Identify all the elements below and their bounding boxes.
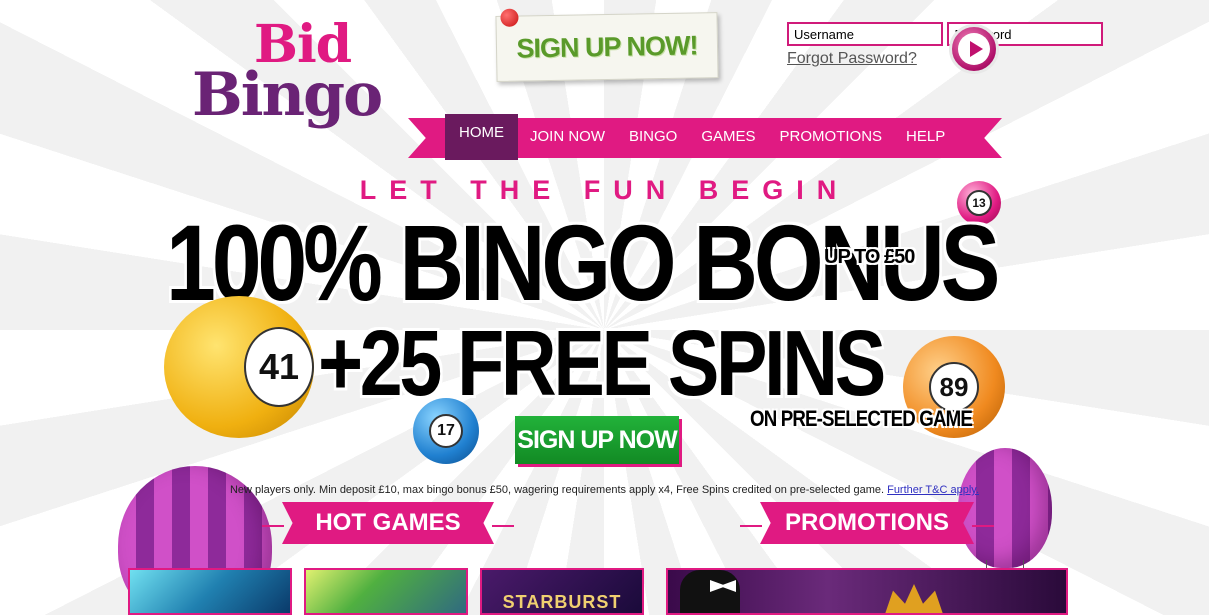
nav-item-home[interactable]: HOME [445,114,518,160]
play-icon [958,33,990,65]
free-spins-headline: +25 FREE SPINS [318,311,886,415]
hot-games-heading: HOT GAMES [282,502,494,544]
game-tile-2[interactable] [304,568,468,615]
starburst-logo: STARBURST [502,592,622,612]
game-tile-1[interactable] [128,568,292,615]
hot-games-divider-left [262,525,284,527]
nav-item-bingo[interactable]: BINGO [617,118,689,158]
nav-item-promotions[interactable]: PROMOTIONS [768,118,895,158]
terms-text: New players only. Min deposit £10, max b… [0,484,1209,496]
crown-icon [884,584,944,613]
game-tile-starburst[interactable]: STARBURST [480,568,644,615]
bonus-upto-label: UP TO £50 [824,246,915,268]
nav-item-join-now[interactable]: JOIN NOW [518,118,617,158]
pushpin-icon [500,8,519,27]
promotions-divider-right [972,525,994,527]
forgot-password-link[interactable]: Forgot Password? [787,50,1103,68]
pre-selected-note: ON PRE-SELECTED GAME [750,406,973,431]
hot-games-divider-right [492,525,514,527]
hero-signup-button[interactable]: SIGN UP NOW [515,416,679,464]
bingo-ball-17: 17 [413,398,479,464]
promotions-heading: PROMOTIONS [760,502,974,544]
login-form: Forgot Password? [787,22,1104,74]
bingo-ball-41: 41 [164,296,314,438]
main-nav: HOME JOIN NOW BINGO GAMES PROMOTIONS HEL… [408,114,1002,160]
login-submit-button[interactable] [949,24,999,74]
bowtie-icon [710,580,736,592]
nav-item-games[interactable]: GAMES [689,118,767,158]
tuxedo-figure [680,570,740,613]
promotions-divider-left [740,525,762,527]
hot-air-balloon-right [958,448,1052,568]
nav-item-help[interactable]: HELP [894,118,957,158]
terms-body: New players only. Min deposit £10, max b… [229,484,888,496]
username-field[interactable] [787,22,943,46]
signup-now-note-button[interactable]: SIGN UP NOW! [495,8,719,82]
terms-link[interactable]: Further T&C apply. [887,484,979,496]
logo-text-bingo: Bingo [192,60,383,130]
signup-note-label: SIGN UP NOW! [516,29,698,64]
promotion-tile[interactable] [666,568,1068,615]
site-logo[interactable]: Bid Bingo [192,16,422,141]
